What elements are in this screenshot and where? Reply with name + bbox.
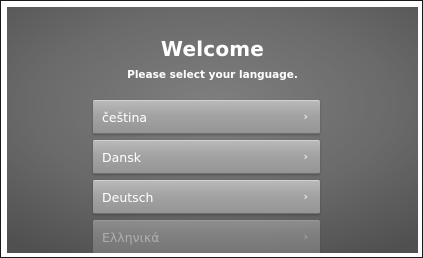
- page-title: Welcome: [160, 37, 265, 61]
- language-option-deutsch[interactable]: Deutsch ›: [93, 180, 320, 214]
- chevron-right-icon: ›: [303, 230, 308, 243]
- display-screen: Welcome Please select your language. češ…: [7, 7, 418, 253]
- language-option-dansk[interactable]: Dansk ›: [93, 140, 320, 174]
- chevron-right-icon: ›: [303, 190, 308, 203]
- language-option-cestina[interactable]: čeština ›: [93, 100, 320, 134]
- chevron-right-icon: ›: [303, 150, 308, 163]
- language-label: Deutsch: [102, 190, 154, 205]
- language-label: čeština: [102, 110, 148, 125]
- language-label: Dansk: [102, 150, 141, 165]
- page-subtitle: Please select your language.: [127, 69, 298, 81]
- language-option-ellinika[interactable]: Ελληνικά ›: [93, 220, 320, 253]
- chevron-right-icon: ›: [303, 110, 308, 123]
- language-label: Ελληνικά: [102, 230, 160, 245]
- device-frame: Welcome Please select your language. češ…: [0, 0, 423, 258]
- language-list: čeština › Dansk › Deutsch › Ελληνικά ›: [93, 100, 320, 253]
